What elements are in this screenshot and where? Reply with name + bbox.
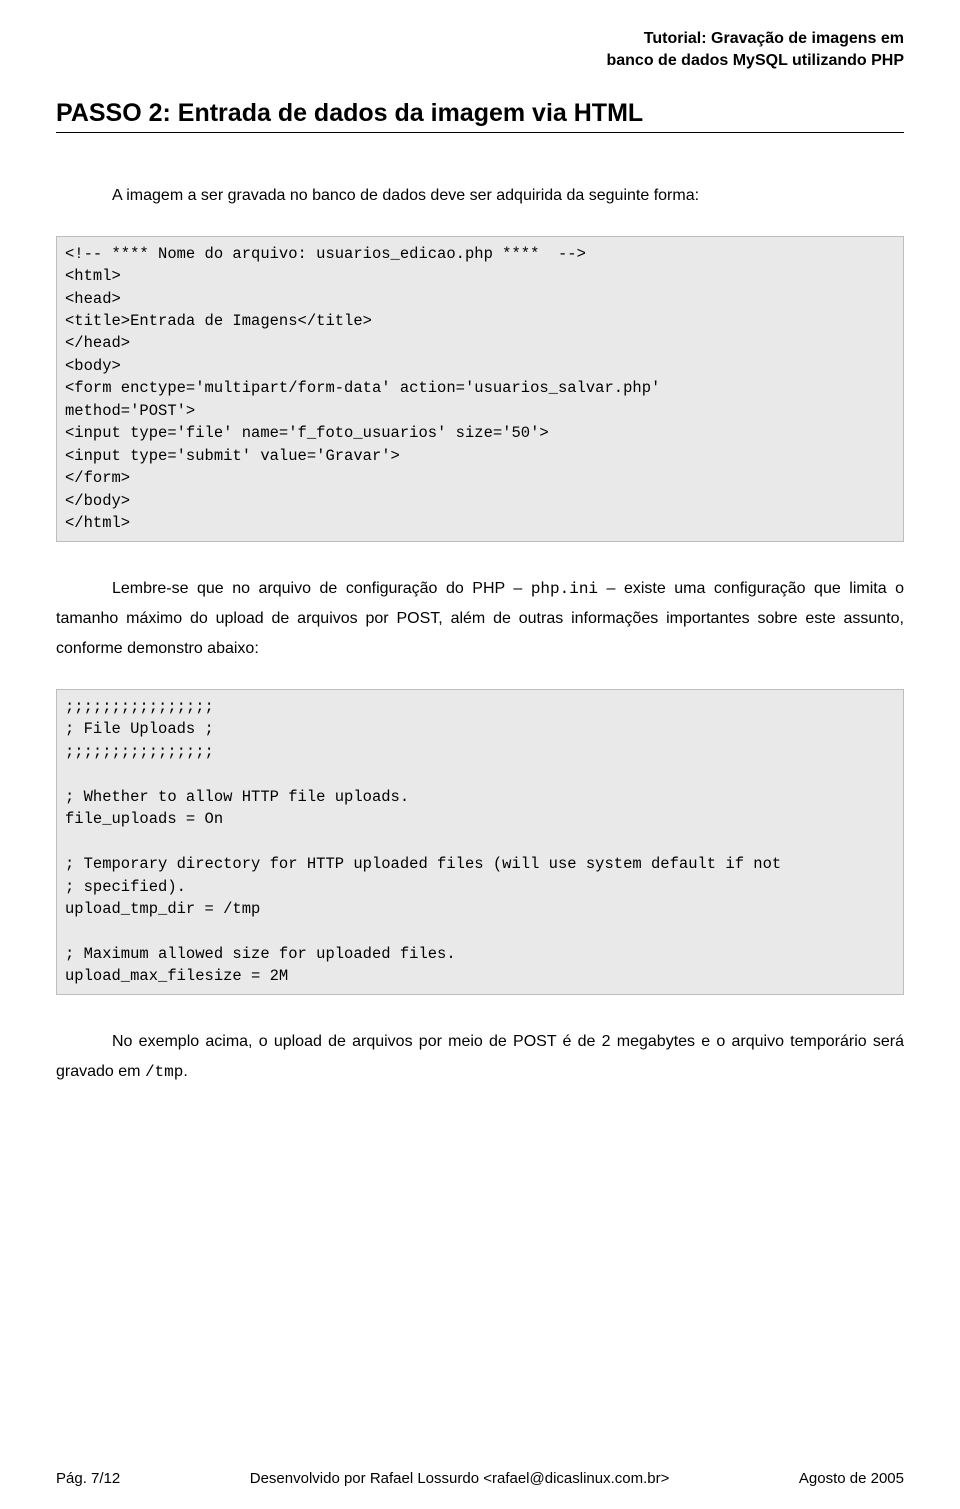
- code-block-phpini: ;;;;;;;;;;;;;;;; ; File Uploads ; ;;;;;;…: [56, 689, 904, 995]
- para2-pre: Lembre-se que no arquivo de configuração…: [112, 580, 531, 597]
- paragraph-3: No exemplo acima, o upload de arquivos p…: [56, 1027, 904, 1088]
- paragraph-2: Lembre-se que no arquivo de configuração…: [56, 574, 904, 665]
- footer-author: Desenvolvido por Rafael Lossurdo <rafael…: [250, 1470, 670, 1487]
- code-block-html-form: <!-- **** Nome do arquivo: usuarios_edic…: [56, 236, 904, 542]
- section-title: PASSO 2: Entrada de dados da imagem via …: [56, 99, 904, 133]
- inline-code-phpini: php.ini: [531, 580, 598, 598]
- intro-paragraph: A imagem a ser gravada no banco de dados…: [56, 181, 904, 211]
- footer-date: Agosto de 2005: [799, 1470, 904, 1487]
- footer-page: Pág. 7/12: [56, 1470, 120, 1487]
- header-line-1: Tutorial: Gravação de imagens em: [56, 28, 904, 50]
- inline-code-tmp: /tmp: [145, 1063, 183, 1081]
- doc-header: Tutorial: Gravação de imagens em banco d…: [56, 28, 904, 71]
- header-line-2: banco de dados MySQL utilizando PHP: [56, 50, 904, 72]
- para3-post: .: [183, 1063, 187, 1080]
- page-footer: Pág. 7/12 Desenvolvido por Rafael Lossur…: [56, 1470, 904, 1487]
